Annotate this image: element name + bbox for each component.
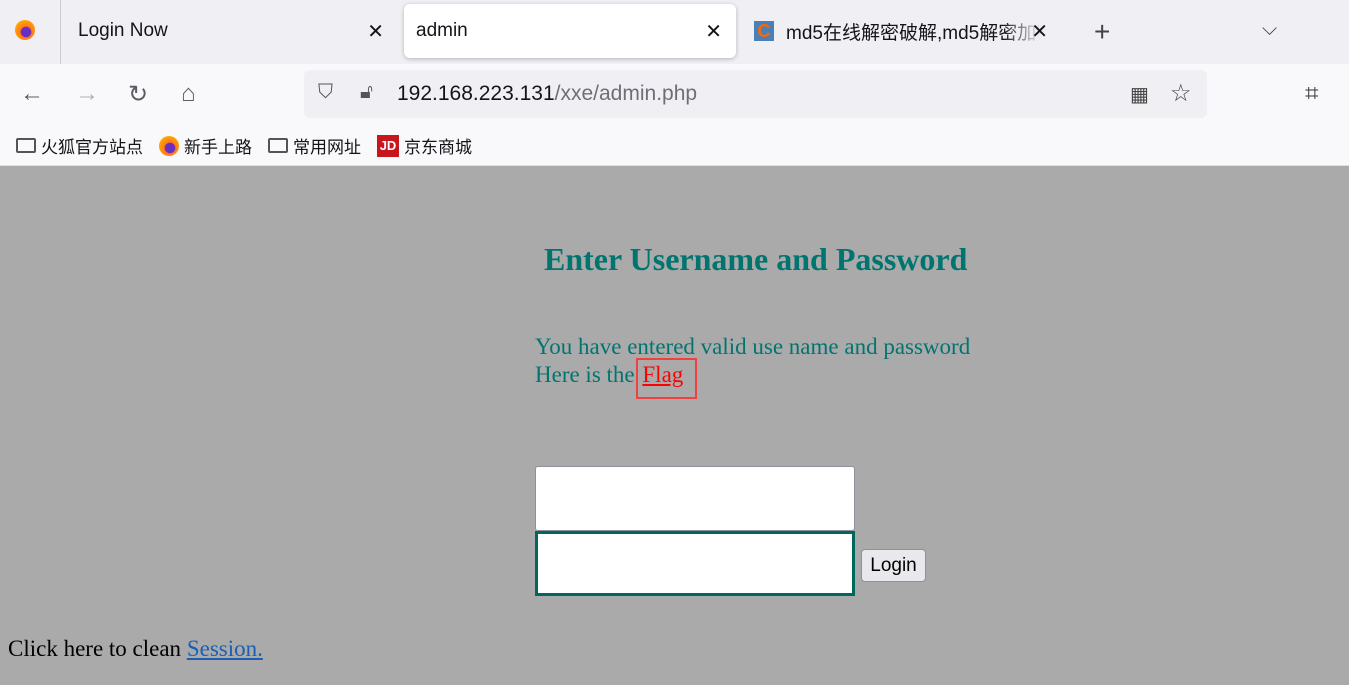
folder-icon <box>268 138 288 153</box>
address-bar[interactable]: ⛉ 🔓︎ 192.168.223.131/xxe/admin.php ▦ ☆ <box>304 70 1207 118</box>
tab-label: Login Now <box>78 20 168 41</box>
password-input[interactable] <box>535 531 855 596</box>
shield-icon[interactable]: ⛉ <box>318 81 333 104</box>
tab-label: md5在线解密破解,md5解密加密 <box>786 22 1041 44</box>
clean-label: Click here to clean <box>8 636 182 661</box>
url-host: 192.168.223.131 <box>397 82 555 105</box>
bookmark-label: 京东商城 <box>404 138 472 157</box>
firefox-menu-icon[interactable] <box>15 20 35 40</box>
new-tab-icon[interactable]: + <box>1094 16 1110 48</box>
page-content: Enter Username and Password You have ent… <box>0 167 1349 685</box>
bookmark-common-sites[interactable]: 常用网址 <box>268 133 361 158</box>
tab-md5[interactable]: C md5在线解密破解,md5解密加密 ✕ <box>742 4 1062 58</box>
qr-code-icon[interactable]: ▦ <box>1130 82 1149 107</box>
close-icon[interactable]: ✕ <box>367 19 384 44</box>
site-favicon-icon: C <box>754 21 774 41</box>
login-button[interactable]: Login <box>861 549 926 582</box>
tab-login-now[interactable]: Login Now ✕ <box>62 4 398 58</box>
clean-session-text: Click here to clean Session. <box>8 636 263 662</box>
username-input[interactable] <box>535 466 855 531</box>
bookmark-label: 火狐官方站点 <box>41 138 143 157</box>
firefox-icon <box>159 135 179 156</box>
bookmark-star-icon[interactable]: ☆ <box>1170 79 1192 108</box>
home-icon[interactable]: ⌂ <box>181 80 196 108</box>
close-icon[interactable]: ✕ <box>705 19 722 44</box>
list-tabs-chevron-icon[interactable]: ⌵ <box>1262 18 1277 41</box>
message-line: You have entered valid use name and pass… <box>535 334 971 359</box>
status-message: You have entered valid use name and pass… <box>535 333 971 399</box>
screenshot-crop-icon[interactable]: ⌗ <box>1305 80 1319 108</box>
session-link[interactable]: Session. <box>187 636 263 661</box>
bookmark-label: 常用网址 <box>293 138 361 157</box>
url-path: /xxe/admin.php <box>554 82 698 105</box>
bookmark-firefox-official[interactable]: 火狐官方站点 <box>16 133 143 158</box>
nav-bar: ← → ↻ ⌂ ⛉ 🔓︎ 192.168.223.131/xxe/admin.p… <box>0 64 1349 126</box>
forward-icon: → <box>75 80 99 107</box>
tab-admin[interactable]: admin ✕ <box>404 4 736 58</box>
bookmark-jd[interactable]: JD 京东商城 <box>377 133 472 158</box>
tab-label: admin <box>416 20 468 41</box>
bookmark-getting-started[interactable]: 新手上路 <box>159 133 252 158</box>
tab-bar: Login Now ✕ admin ✕ C md5在线解密破解,md5解密加密 … <box>0 0 1349 64</box>
insecure-lock-icon[interactable]: 🔓︎ <box>360 81 373 104</box>
page-title: Enter Username and Password <box>544 241 968 277</box>
flag-link[interactable]: Flag <box>636 358 698 399</box>
reload-icon[interactable]: ↻ <box>128 80 148 109</box>
bookmark-label: 新手上路 <box>184 138 252 157</box>
close-icon[interactable]: ✕ <box>1031 19 1048 44</box>
back-icon[interactable]: ← <box>20 80 44 108</box>
jd-logo-icon: JD <box>377 134 399 157</box>
message-line: Here is the <box>535 362 635 387</box>
folder-icon <box>16 138 36 153</box>
bookmarks-bar: 火狐官方站点 新手上路 常用网址 JD 京东商城 <box>0 126 1349 166</box>
